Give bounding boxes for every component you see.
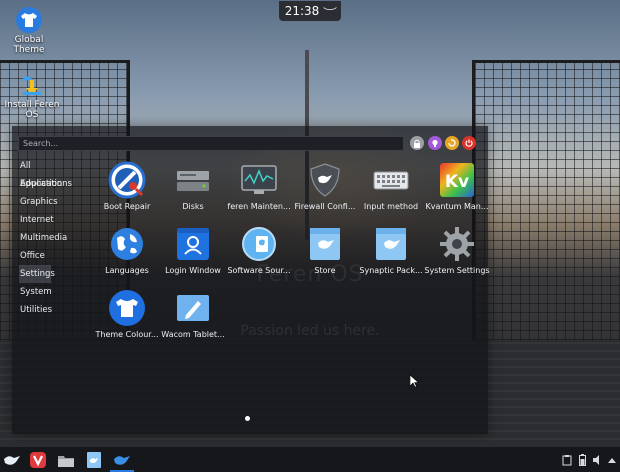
- battery-icon[interactable]: [576, 452, 588, 468]
- tray-expand-icon[interactable]: [606, 452, 618, 468]
- tshirt-icon: [108, 289, 146, 327]
- keyboard-icon: [372, 161, 410, 199]
- category-internet[interactable]: Internet: [19, 211, 79, 229]
- app-input-method[interactable]: Input method: [358, 158, 424, 220]
- app-label: System Settings: [424, 266, 490, 275]
- top-clock[interactable]: 21:38 ︶: [279, 1, 341, 21]
- mouse-cursor-icon: [409, 373, 420, 392]
- store-icon[interactable]: [84, 450, 104, 470]
- app-theme-colours[interactable]: Theme Colour...: [94, 286, 160, 348]
- app-label: Wacom Tablet...: [161, 330, 225, 339]
- app-firewall-config[interactable]: Firewall Confi...: [292, 158, 358, 220]
- feren-bird-icon[interactable]: [2, 450, 22, 470]
- app-label: Synaptic Pack...: [359, 266, 423, 275]
- monitor-icon: [240, 161, 278, 199]
- clipboard-icon[interactable]: [560, 452, 574, 468]
- tshirt-icon: [16, 7, 42, 33]
- app-label: Input method: [363, 202, 419, 211]
- app-label: Disks: [182, 202, 204, 211]
- app-login-window[interactable]: Login Window: [160, 222, 226, 284]
- store-icon: [306, 225, 344, 263]
- lifebuoy-icon: [108, 161, 146, 199]
- shield-icon: [306, 161, 344, 199]
- power-icon[interactable]: [462, 136, 476, 150]
- app-feren-maintenance[interactable]: feren Mainten...: [226, 158, 292, 220]
- app-label: Languages: [105, 266, 149, 275]
- category-graphics[interactable]: Graphics: [19, 193, 79, 211]
- category-office[interactable]: Office: [19, 247, 79, 265]
- app-label: Boot Repair: [103, 202, 151, 211]
- page-indicator-dot[interactable]: [245, 416, 250, 421]
- clock-time: 21:38: [284, 4, 320, 18]
- app-synaptic-package-manager[interactable]: Synaptic Pack...: [358, 222, 424, 284]
- feren-bird-icon[interactable]: [112, 450, 132, 470]
- desktop-icon-install-feren[interactable]: Install Feren OS: [2, 72, 62, 120]
- software-sources-icon: [240, 225, 278, 263]
- tablet-pen-icon: [174, 289, 212, 327]
- app-languages[interactable]: Languages: [94, 222, 160, 284]
- volume-icon[interactable]: [590, 452, 604, 468]
- app-label: Firewall Confi...: [294, 202, 356, 211]
- kvantum-icon: Kv: [438, 161, 476, 199]
- category-all-applications[interactable]: All Applications: [19, 157, 79, 189]
- app-boot-repair[interactable]: Boot Repair: [94, 158, 160, 220]
- bulb-icon[interactable]: [428, 136, 442, 150]
- search-input[interactable]: Search...: [18, 136, 404, 151]
- category-system[interactable]: System: [19, 283, 79, 301]
- package-icon: [372, 225, 410, 263]
- app-kvantum-manager[interactable]: Kv Kvantum Man...: [424, 158, 490, 220]
- desktop-icon-global-theme[interactable]: Global Theme: [0, 7, 59, 55]
- goal-net-right: [472, 60, 620, 340]
- lock-icon[interactable]: [410, 136, 424, 150]
- app-label: Theme Colour...: [95, 330, 159, 339]
- login-icon: [174, 225, 212, 263]
- svg-text:Kv: Kv: [445, 172, 469, 192]
- app-label: Store: [314, 266, 336, 275]
- app-disks[interactable]: Disks: [160, 158, 226, 220]
- disk-icon: [174, 161, 212, 199]
- app-label: Software Sour...: [227, 266, 291, 275]
- globe-icon: [108, 225, 146, 263]
- gear-icon: [438, 225, 476, 263]
- desktop-icon-label: Install Feren OS: [4, 100, 60, 120]
- category-list: All Applications Education Graphics Inte…: [19, 157, 79, 319]
- app-system-settings[interactable]: System Settings: [424, 222, 490, 284]
- app-label: feren Mainten...: [227, 202, 291, 211]
- category-settings[interactable]: Settings: [19, 265, 55, 283]
- app-wacom-tablet[interactable]: Wacom Tablet...: [160, 286, 226, 348]
- app-software-sources[interactable]: Software Sour...: [226, 222, 292, 284]
- installer-icon: [19, 72, 45, 98]
- chevron-down-icon: ︶: [323, 7, 338, 19]
- desktop-icon-label: Global Theme: [13, 35, 45, 55]
- category-multimedia[interactable]: Multimedia: [19, 229, 79, 247]
- app-store[interactable]: Store: [292, 222, 358, 284]
- app-label: Login Window: [165, 266, 221, 275]
- category-utilities[interactable]: Utilities: [19, 301, 79, 319]
- vivaldi-icon[interactable]: [28, 450, 48, 470]
- taskbar: [0, 446, 620, 472]
- app-label: Kvantum Man...: [425, 202, 489, 211]
- folder-icon[interactable]: [56, 450, 76, 470]
- switch-user-icon[interactable]: [445, 136, 459, 150]
